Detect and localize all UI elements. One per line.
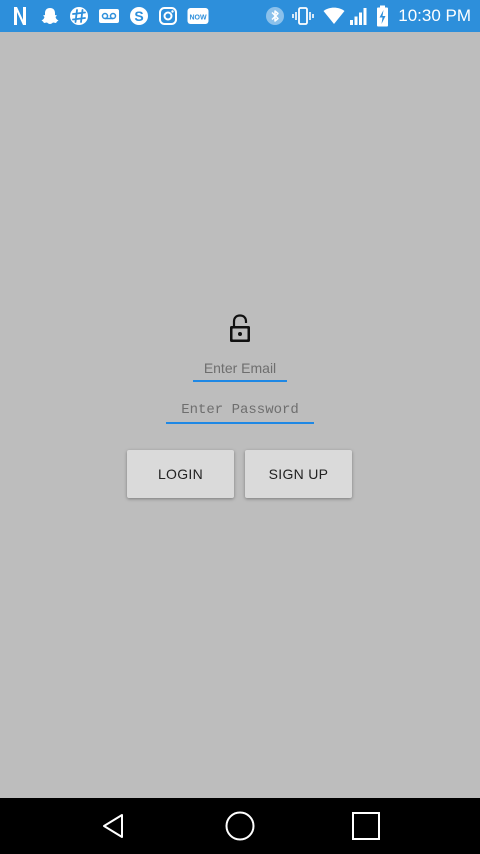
svg-text:S: S	[134, 8, 143, 24]
instagram-icon	[157, 5, 179, 27]
email-field[interactable]	[193, 356, 287, 382]
wifi-icon	[322, 5, 346, 27]
status-bar: S NOW 10:30 PM	[0, 0, 480, 32]
slack-icon	[68, 5, 90, 27]
login-screen: LOGIN SIGN UP	[0, 32, 480, 798]
back-icon[interactable]	[94, 806, 134, 846]
sign-up-button[interactable]: SIGN UP	[245, 450, 352, 498]
battery-charging-icon	[374, 5, 390, 27]
navigation-bar	[0, 798, 480, 854]
snapchat-icon	[39, 5, 61, 27]
status-time: 10:30 PM	[398, 6, 471, 25]
recents-icon[interactable]	[346, 806, 386, 846]
vibrate-icon	[290, 5, 316, 27]
lock-open-icon	[228, 314, 252, 344]
home-icon[interactable]	[220, 806, 260, 846]
login-button[interactable]: LOGIN	[127, 450, 234, 498]
password-field[interactable]	[166, 398, 314, 424]
now-icon: NOW	[186, 5, 210, 27]
now-icon-label: NOW	[189, 15, 207, 22]
voicemail-icon	[97, 5, 121, 27]
skype-icon: S	[128, 5, 150, 27]
bluetooth-icon	[264, 5, 286, 27]
signal-icon	[348, 5, 370, 27]
netflix-icon	[12, 5, 28, 27]
